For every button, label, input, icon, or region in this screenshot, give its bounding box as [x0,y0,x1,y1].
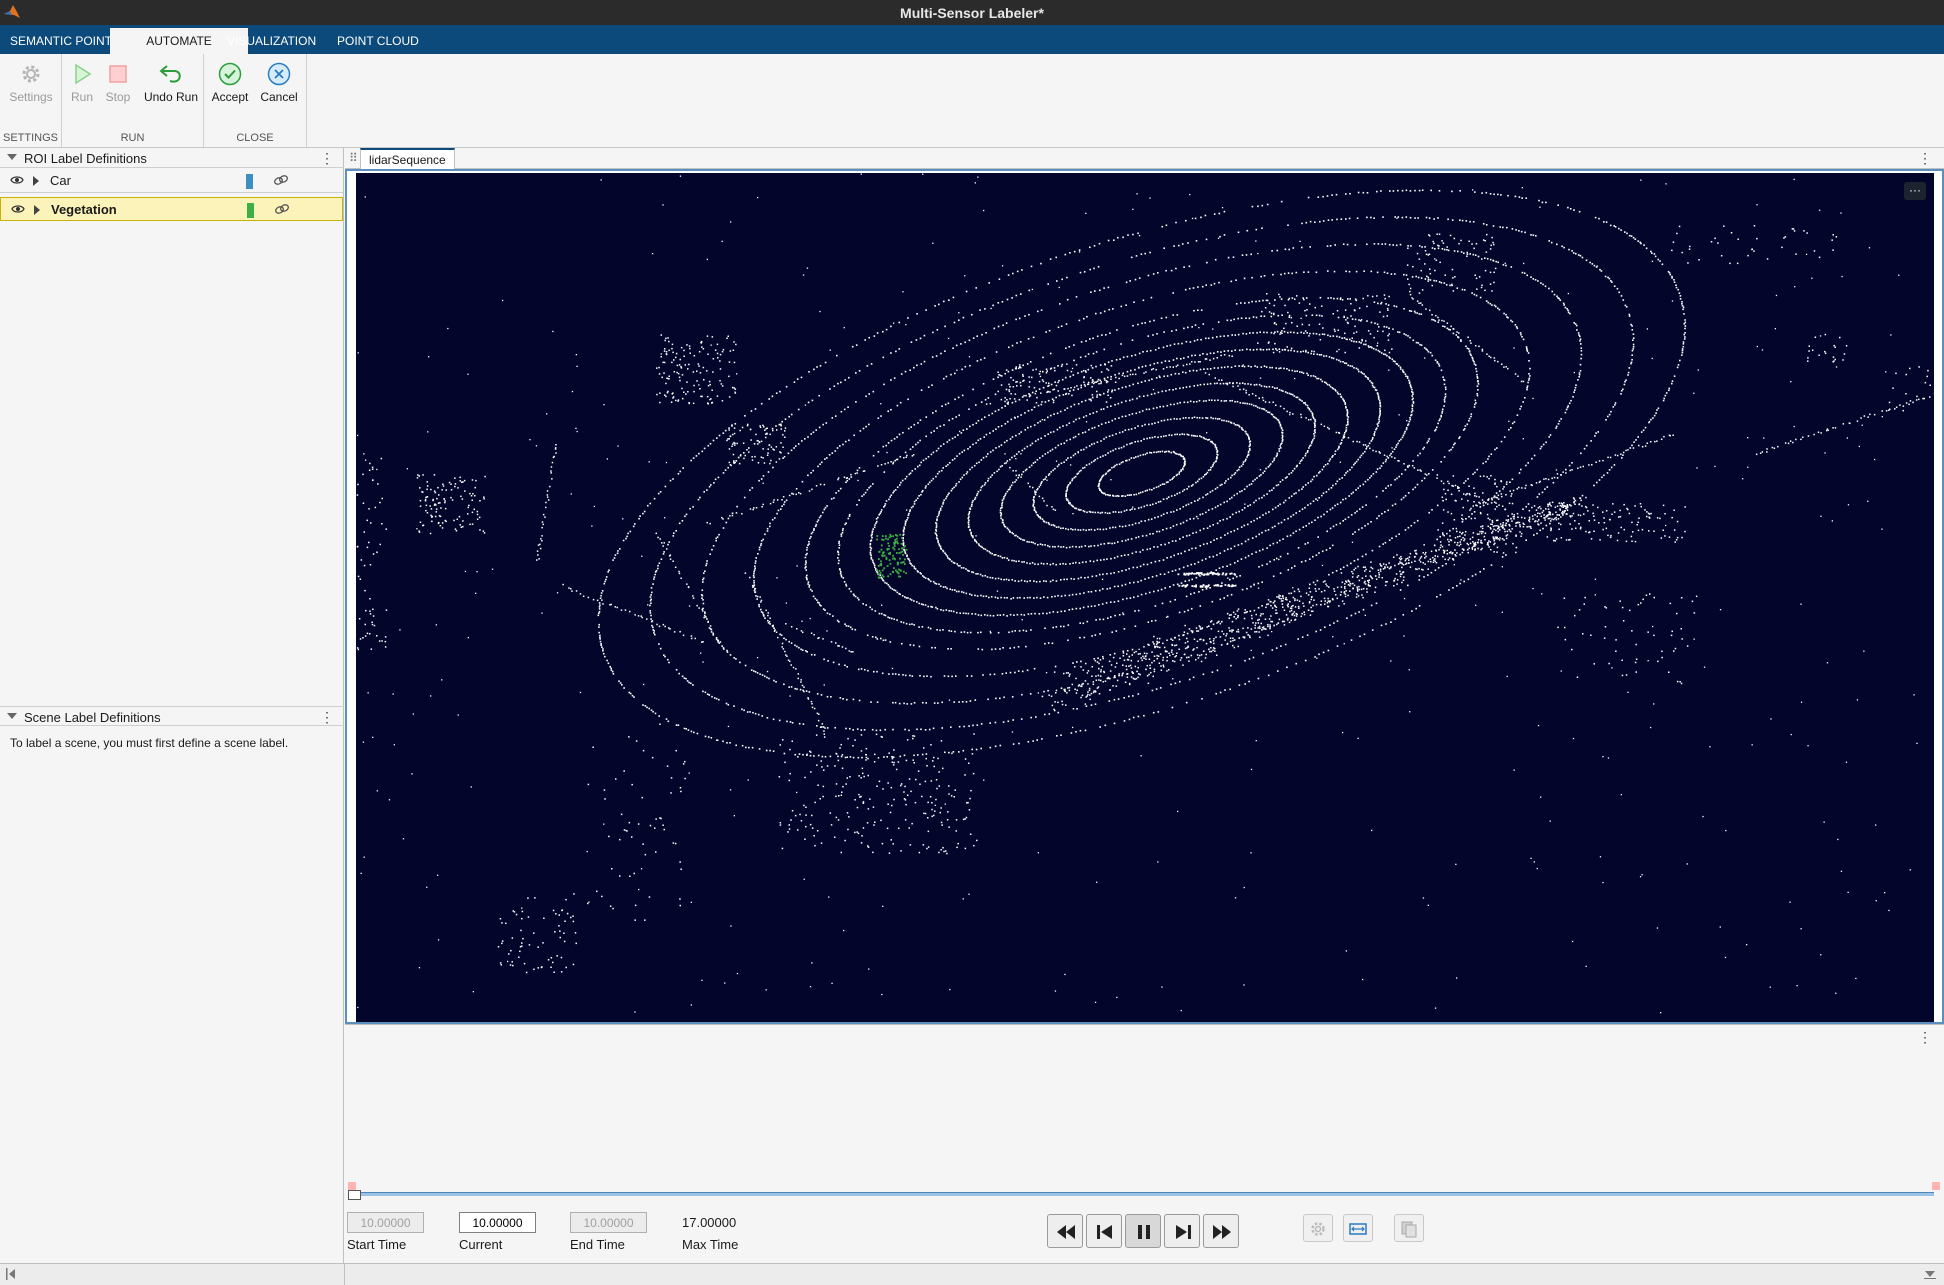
tab-point-cloud[interactable]: POINT CLOUD [327,28,429,54]
pause-button[interactable] [1125,1214,1161,1248]
lidar-point-cloud[interactable] [356,173,1934,1022]
close-section: Accept Cancel CLOSE [204,54,307,147]
cancel-button[interactable]: Cancel [254,62,304,112]
document-tab-bar: ⠿ lidarSequence ⋮ [345,148,1944,169]
start-time-field[interactable] [347,1212,424,1233]
accept-button[interactable]: Accept [206,62,254,112]
settings-section: Settings SETTINGS [0,54,62,147]
lower-pane-menu-icon[interactable]: ⋮ [1918,1029,1932,1046]
ribbon-tab-strip: SEMANTIC POINT AUTOMATE VISUALIZATION PO… [0,25,1944,54]
stop-icon [109,65,127,83]
grip-icon[interactable]: ⠿ [349,151,358,165]
stop-button[interactable]: Stop [98,62,138,112]
close-section-label: CLOSE [236,132,274,144]
toolstrip: Settings SETTINGS Run Stop Undo Run RUN [0,54,1944,148]
roi-label-name: Vegetation [51,202,117,217]
roi-label-row-car[interactable]: Car [0,169,343,193]
next-frame-icon [1176,1225,1191,1239]
tab-visualization[interactable]: VISUALIZATION [217,28,326,54]
timeline-track[interactable] [354,1192,1934,1196]
scene-panel-header[interactable]: Scene Label Definitions ⋮ [0,706,344,726]
rewind-icon [1057,1225,1075,1239]
run-button-label: Run [70,90,93,104]
end-time-marker[interactable] [1932,1182,1940,1190]
expand-arrow-icon[interactable] [33,176,39,186]
previous-frame-icon [1097,1225,1112,1239]
axes-toolbar-more-icon[interactable]: ··· [1904,182,1926,200]
gear-icon [1311,1222,1325,1236]
timeline-slider[interactable] [348,1182,1940,1202]
window-title: Multi-Sensor Labeler* [900,5,1044,21]
expand-arrow-icon[interactable] [34,205,40,215]
pause-icon [1138,1225,1150,1239]
roi-label-row-vegetation[interactable]: Vegetation [0,197,343,221]
playback-settings-button[interactable] [1303,1214,1333,1242]
eye-icon[interactable] [11,204,25,214]
roi-panel-header[interactable]: ROI Label Definitions ⋮ [0,148,344,168]
current-time-field[interactable] [459,1212,536,1233]
undo-run-button[interactable]: Undo Run [140,62,202,112]
accept-button-label: Accept [211,90,249,104]
start-time-marker[interactable] [348,1182,356,1190]
run-section: Run Stop Undo Run RUN [62,54,204,147]
start-time-label: Start Time [347,1237,407,1252]
rewind-button[interactable] [1047,1214,1083,1248]
roi-panel-menu-icon[interactable]: ⋮ [320,150,334,167]
current-time-label: Current [459,1237,503,1252]
current-time-handle[interactable] [348,1190,361,1200]
scene-panel-title: Scene Label Definitions [24,710,161,725]
status-divider [344,1264,345,1285]
point-cloud-canvas[interactable]: ··· [356,173,1934,1022]
max-time-value: 17.00000 [682,1215,737,1230]
cancel-button-label: Cancel [260,90,298,104]
display-menu-icon[interactable]: ⋮ [1918,150,1932,167]
play-icon [75,63,92,85]
title-bar: Multi-Sensor Labeler* [0,0,1944,25]
left-panel: ROI Label Definitions ⋮ Car Vegetation S… [0,148,344,1263]
next-frame-button[interactable] [1164,1214,1200,1248]
previous-frame-button[interactable] [1086,1214,1122,1248]
roi-panel-title: ROI Label Definitions [24,151,147,166]
status-expand-icon[interactable] [1924,1269,1936,1279]
tab-semantic-point[interactable]: SEMANTIC POINT [0,28,122,54]
roi-label-name: Car [50,173,71,188]
undo-run-button-label: Undo Run [143,90,199,104]
scene-label-message: To label a scene, you must first define … [10,736,289,750]
undo-icon [159,65,181,83]
end-time-label: End Time [570,1237,625,1252]
run-button[interactable]: Run [62,62,102,112]
label-color-swatch[interactable] [246,174,253,189]
status-bar [0,1263,1944,1285]
fast-forward-icon [1213,1225,1231,1239]
eye-icon[interactable] [10,175,24,185]
attribute-link-icon[interactable] [274,203,290,215]
gear-icon [22,65,40,83]
frames-icon [1401,1221,1417,1238]
run-section-label: RUN [120,132,145,144]
time-range-icon [1349,1223,1367,1235]
point-cloud-display: ··· [345,169,1944,1024]
collapse-caret-icon[interactable] [7,713,17,719]
settings-section-label: SETTINGS [2,132,58,144]
fast-forward-button[interactable] [1203,1214,1239,1248]
checkmark-icon [218,62,242,86]
end-time-field[interactable] [570,1212,647,1233]
stop-button-label: Stop [105,90,131,104]
settings-button[interactable]: Settings [3,62,59,112]
scene-panel-menu-icon[interactable]: ⋮ [320,709,334,726]
attribute-link-icon[interactable] [273,174,289,186]
time-range-button[interactable] [1343,1214,1373,1242]
collapse-panel-icon[interactable] [6,1268,16,1280]
collapse-caret-icon[interactable] [7,154,17,160]
frame-display-button[interactable] [1394,1214,1424,1242]
max-time-label: Max Time [682,1237,739,1252]
cancel-x-icon [267,62,291,86]
settings-button-label: Settings [9,90,53,104]
label-color-swatch[interactable] [247,203,254,218]
tab-lidar-sequence[interactable]: lidarSequence [360,148,455,169]
